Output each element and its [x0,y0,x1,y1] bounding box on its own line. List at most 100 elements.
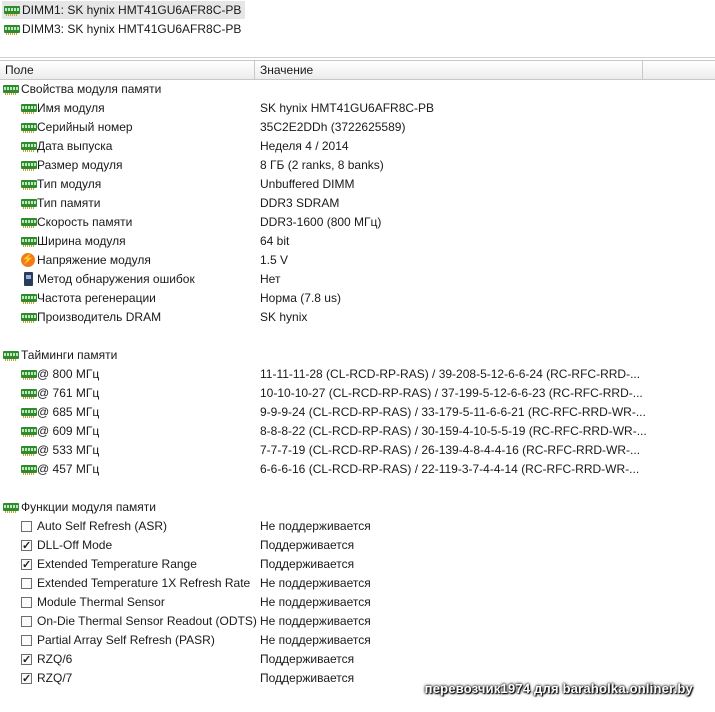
property-value: Не поддерживается [260,614,371,628]
property-field: Скорость памяти [37,215,133,229]
property-row[interactable]: Ширина модуля 64 bit [0,232,715,251]
property-row[interactable]: Скорость памяти DDR3-1600 (800 МГц) [0,213,715,232]
property-row[interactable]: Серийный номер 35C2E2DDh (3722625589) [0,118,715,137]
property-value: SK hynix HMT41GU6AFR8C-PB [260,101,435,115]
property-field: Extended Temperature Range [37,557,197,571]
feature-checkbox[interactable] [21,651,32,670]
property-row[interactable]: @ 533 МГц 7-7-7-19 (CL-RCD-RP-RAS) / 26-1… [0,441,715,460]
property-value: 35C2E2DDh (3722625589) [260,120,406,134]
property-row[interactable]: Метод обнаружения ошибок Нет [0,270,715,289]
property-row[interactable]: ⚡ Напряжение модуля 1.5 V [0,251,715,270]
property-row[interactable]: DLL-Off Mode Поддерживается [0,536,715,556]
property-field: Auto Self Refresh (ASR) [37,519,168,533]
column-header: Поле Значение [0,60,715,80]
property-value: Поддерживается [260,538,355,552]
property-row[interactable]: Частота регенерации Норма (7.8 us) [0,289,715,308]
property-row[interactable]: @ 609 МГц 8-8-8-22 (CL-RCD-RP-RAS) / 30-1… [0,422,715,441]
property-field: Частота регенерации [37,291,156,305]
property-value: Поддерживается [260,671,355,685]
property-field: Module Thermal Sensor [37,595,165,609]
property-value: 11-11-11-28 (CL-RCD-RP-RAS) / 39-208-5-1… [260,367,641,381]
property-row[interactable]: Module Thermal Sensor Не поддерживается [0,593,715,612]
property-field: DLL-Off Mode [37,538,113,552]
property-row[interactable]: @ 457 МГц 6-6-6-16 (CL-RCD-RP-RAS) / 22-1… [0,460,715,479]
property-field: Дата выпуска [37,139,113,153]
property-row[interactable]: RZQ/6 Поддерживается [0,650,715,670]
ram-module-icon [3,351,19,361]
ram-module-icon [21,294,37,304]
property-field: Тип модуля [37,177,102,191]
group-title: Тайминги памяти [21,348,118,362]
group-header-features[interactable]: Функции модуля памяти [0,498,715,517]
property-row[interactable]: Partial Array Self Refresh (PASR) Не подд… [0,631,715,650]
property-row[interactable]: Имя модуля SK hynix HMT41GU6AFR8C-PB [0,99,715,118]
feature-checkbox[interactable] [21,556,32,575]
property-field: Extended Temperature 1X Refresh Rate [37,576,251,590]
voltage-icon: ⚡ [21,253,35,267]
property-list: Свойства модуля памяти Имя модуля SK hynix… [0,80,715,712]
property-row[interactable]: Тип памяти DDR3 SDRAM [0,194,715,213]
property-row[interactable]: Extended Temperature Range Поддерживается [0,555,715,575]
property-value: 8 ГБ (2 ranks, 8 banks) [260,158,384,172]
property-value: Норма (7.8 us) [260,291,341,305]
watermark: перевозчик1974 для baraholka.onliner.by [424,681,693,696]
property-row[interactable]: @ 685 МГц 9-9-9-24 (CL-RCD-RP-RAS) / 33-1… [0,403,715,422]
property-value: 1.5 V [260,253,289,267]
ram-module-icon [3,85,19,95]
device-item-dimm3[interactable]: DIMM3: SK hynix HMT41GU6AFR8C-PB [2,20,245,38]
property-value: Нет [260,272,281,286]
device-label: DIMM3: SK hynix HMT41GU6AFR8C-PB [22,22,242,36]
property-field: RZQ/7 [37,671,73,685]
property-value: Не поддерживается [260,595,371,609]
group-header-properties[interactable]: Свойства модуля памяти [0,80,715,99]
property-field: Тип памяти [37,196,101,210]
column-header-field[interactable]: Поле [0,61,255,79]
ram-module-icon [21,161,37,171]
property-value: Unbuffered DIMM [260,177,355,191]
ram-module-icon [21,180,37,190]
property-field: @ 685 МГц [37,405,100,419]
property-value: DDR3 SDRAM [260,196,340,210]
property-field: Ширина модуля [37,234,126,248]
property-value: 6-6-6-16 (CL-RCD-RP-RAS) / 22-119-3-7-4-… [260,462,640,476]
property-field: On-Die Thermal Sensor Readout (ODTS) [37,614,257,628]
property-row[interactable]: Тип модуля Unbuffered DIMM [0,175,715,194]
property-row[interactable]: On-Die Thermal Sensor Readout (ODTS) Не п… [0,612,715,631]
property-row[interactable]: @ 800 МГц 11-11-11-28 (CL-RCD-RP-RAS) / 3… [0,365,715,384]
property-field: Размер модуля [37,158,123,172]
property-value: Неделя 4 / 2014 [260,139,349,153]
column-header-value[interactable]: Значение [255,61,643,79]
group-header-timings[interactable]: Тайминги памяти [0,346,715,365]
property-value: SK hynix [260,310,308,324]
property-value: 10-10-10-27 (CL-RCD-RP-RAS) / 37-199-5-1… [260,386,643,400]
feature-checkbox[interactable] [21,537,32,556]
ram-module-icon [21,313,37,323]
feature-checkbox[interactable] [21,578,32,589]
property-field: Напряжение модуля [37,253,151,267]
property-value: 7-7-7-19 (CL-RCD-RP-RAS) / 26-139-4-8-4-… [260,443,641,457]
property-row[interactable]: @ 761 МГц 10-10-10-27 (CL-RCD-RP-RAS) / 3… [0,384,715,403]
property-row[interactable]: Extended Temperature 1X Refresh Rate Не п… [0,574,715,593]
ram-module-icon [21,218,37,228]
ram-module-icon [21,408,37,418]
device-item-dimm1[interactable]: DIMM1: SK hynix HMT41GU6AFR8C-PB [2,1,246,19]
property-row[interactable]: Auto Self Refresh (ASR) Не поддерживается [0,517,715,536]
property-row[interactable]: Производитель DRAM SK hynix [0,308,715,327]
feature-checkbox[interactable] [21,597,32,608]
property-row[interactable]: Размер модуля 8 ГБ (2 ranks, 8 banks) [0,156,715,175]
property-field: @ 533 МГц [37,443,100,457]
feature-checkbox[interactable] [21,670,32,689]
ram-module-icon [21,142,37,152]
feature-checkbox[interactable] [21,521,32,532]
property-row[interactable]: Дата выпуска Неделя 4 / 2014 [0,137,715,156]
property-field: @ 800 МГц [37,367,100,381]
ram-module-icon [21,465,37,475]
ram-module-icon [21,370,37,380]
property-field: @ 457 МГц [37,462,100,476]
group-title: Функции модуля памяти [21,500,156,514]
feature-checkbox[interactable] [21,616,32,627]
property-value: Поддерживается [260,652,355,666]
feature-checkbox[interactable] [21,635,32,646]
property-field: Серийный номер [37,120,133,134]
property-field: Partial Array Self Refresh (PASR) [37,633,215,647]
